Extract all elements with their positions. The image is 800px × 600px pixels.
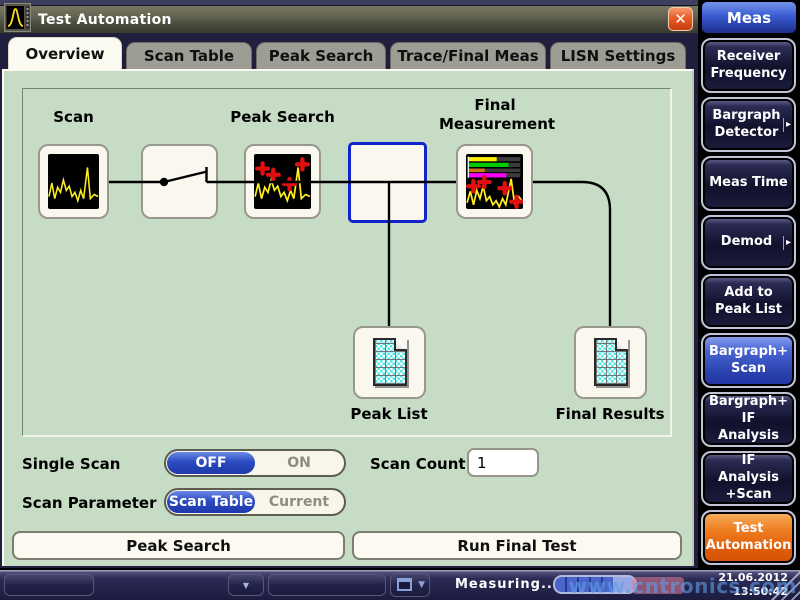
close-icon: ✕ [674, 10, 687, 28]
tab-bar: Overview Scan Table Peak Search Trace/Fi… [0, 33, 698, 69]
tab-peak-search[interactable]: Peak Search [256, 42, 386, 69]
window-down-icon [397, 578, 412, 591]
scan-count-label: Scan Count [370, 455, 466, 473]
softkey-test-automation[interactable]: Test Automation [701, 510, 796, 565]
final-results-node[interactable] [574, 326, 647, 399]
diagram-panel: Scan Peak Search Final Measurement [22, 88, 672, 437]
submenu-arrow-icon: ▸ [783, 236, 791, 250]
softkey-bargraph-scan[interactable]: Bargraph+ Scan [701, 333, 796, 388]
softkey-add-to-peak-list[interactable]: Add to Peak List [701, 274, 796, 329]
softkey-meas-time[interactable]: Meas Time [701, 156, 796, 211]
single-scan-toggle: OFF ON [164, 449, 346, 477]
sidebar-header-meas: Meas [702, 2, 796, 33]
peak-search-label: Peak Search [216, 108, 349, 127]
page-fold [615, 338, 628, 351]
peak-list-node[interactable] [353, 326, 426, 399]
final-results-document-icon [594, 338, 628, 386]
softkey-if-analysis-scan[interactable]: IF Analysis +Scan [701, 451, 796, 506]
softkey-sidebar: Meas Receiver Frequency Bargraph Detecto… [698, 0, 800, 570]
application-root: Test Automation ✕ Overview Scan Table Pe… [0, 0, 800, 600]
run-final-test-button[interactable]: Run Final Test [352, 531, 682, 560]
tab-lisn-settings[interactable]: LISN Settings [550, 42, 686, 69]
softkey-demod[interactable]: Demod ▸ [701, 215, 796, 270]
watermark-text: www.cntronics.com [569, 574, 797, 598]
softkey-bargraph-if-analysis[interactable]: Bargraph+ IF Analysis [701, 392, 796, 447]
status-bar: ▼ ▼ Measuring... www.cntronics.com 21.06… [0, 570, 800, 600]
single-scan-off-option[interactable]: OFF [167, 452, 255, 474]
scan-parameter-current-option[interactable]: Current [255, 491, 343, 513]
submenu-arrow-icon: ▸ [783, 118, 791, 132]
test-automation-dialog: Test Automation ✕ Overview Scan Table Pe… [0, 0, 698, 568]
scan-trace-icon [48, 154, 99, 209]
tab-overview[interactable]: Overview [8, 37, 122, 69]
window-titlebar[interactable]: Test Automation ✕ [0, 6, 698, 33]
peak-list-label: Peak List [329, 405, 449, 424]
page-fold [394, 338, 407, 351]
scan-parameter-label: Scan Parameter [22, 494, 157, 512]
scan-parameter-scan-table-option[interactable]: Scan Table [167, 491, 255, 513]
single-scan-label: Single Scan [22, 455, 120, 473]
tab-scan-table[interactable]: Scan Table [126, 42, 252, 69]
peak-list-document-icon [373, 338, 407, 386]
spectrum-trace-icon [4, 3, 31, 32]
softkey-receiver-frequency[interactable]: Receiver Frequency [701, 38, 796, 93]
overview-tab-content: Scan Peak Search Final Measurement [2, 69, 694, 566]
junction-node-selected[interactable] [348, 142, 427, 223]
scan-node[interactable] [38, 144, 109, 219]
measuring-status-text: Measuring... [455, 577, 559, 592]
window-title: Test Automation [38, 12, 172, 28]
window-minimize-button[interactable]: ▼ [390, 573, 430, 597]
peak-search-node[interactable] [244, 144, 321, 219]
statusbar-left-button[interactable] [4, 574, 94, 596]
final-measurement-label: Final Measurement [439, 96, 551, 134]
final-results-label: Final Results [545, 405, 675, 424]
chevron-down-icon: ▼ [229, 575, 263, 595]
tab-trace-final-meas[interactable]: Trace/Final Meas [390, 42, 546, 69]
collapse-toolbar-button[interactable]: ▼ [228, 574, 264, 596]
scan-label: Scan [38, 108, 109, 127]
close-button[interactable]: ✕ [668, 7, 693, 31]
switch-node[interactable] [141, 144, 218, 219]
bargraph-trace-icon [466, 154, 523, 209]
arrow-down-icon: ▼ [418, 580, 425, 590]
scan-count-input[interactable] [467, 448, 539, 477]
statusbar-center-bar[interactable] [268, 574, 386, 596]
single-scan-on-option[interactable]: ON [255, 452, 343, 474]
final-measurement-node[interactable] [456, 144, 533, 219]
peak-search-button[interactable]: Peak Search [12, 531, 345, 560]
scan-parameter-toggle: Scan Table Current [164, 488, 346, 516]
peak-search-trace-icon [254, 154, 311, 209]
softkey-bargraph-detector[interactable]: Bargraph Detector ▸ [701, 97, 796, 152]
